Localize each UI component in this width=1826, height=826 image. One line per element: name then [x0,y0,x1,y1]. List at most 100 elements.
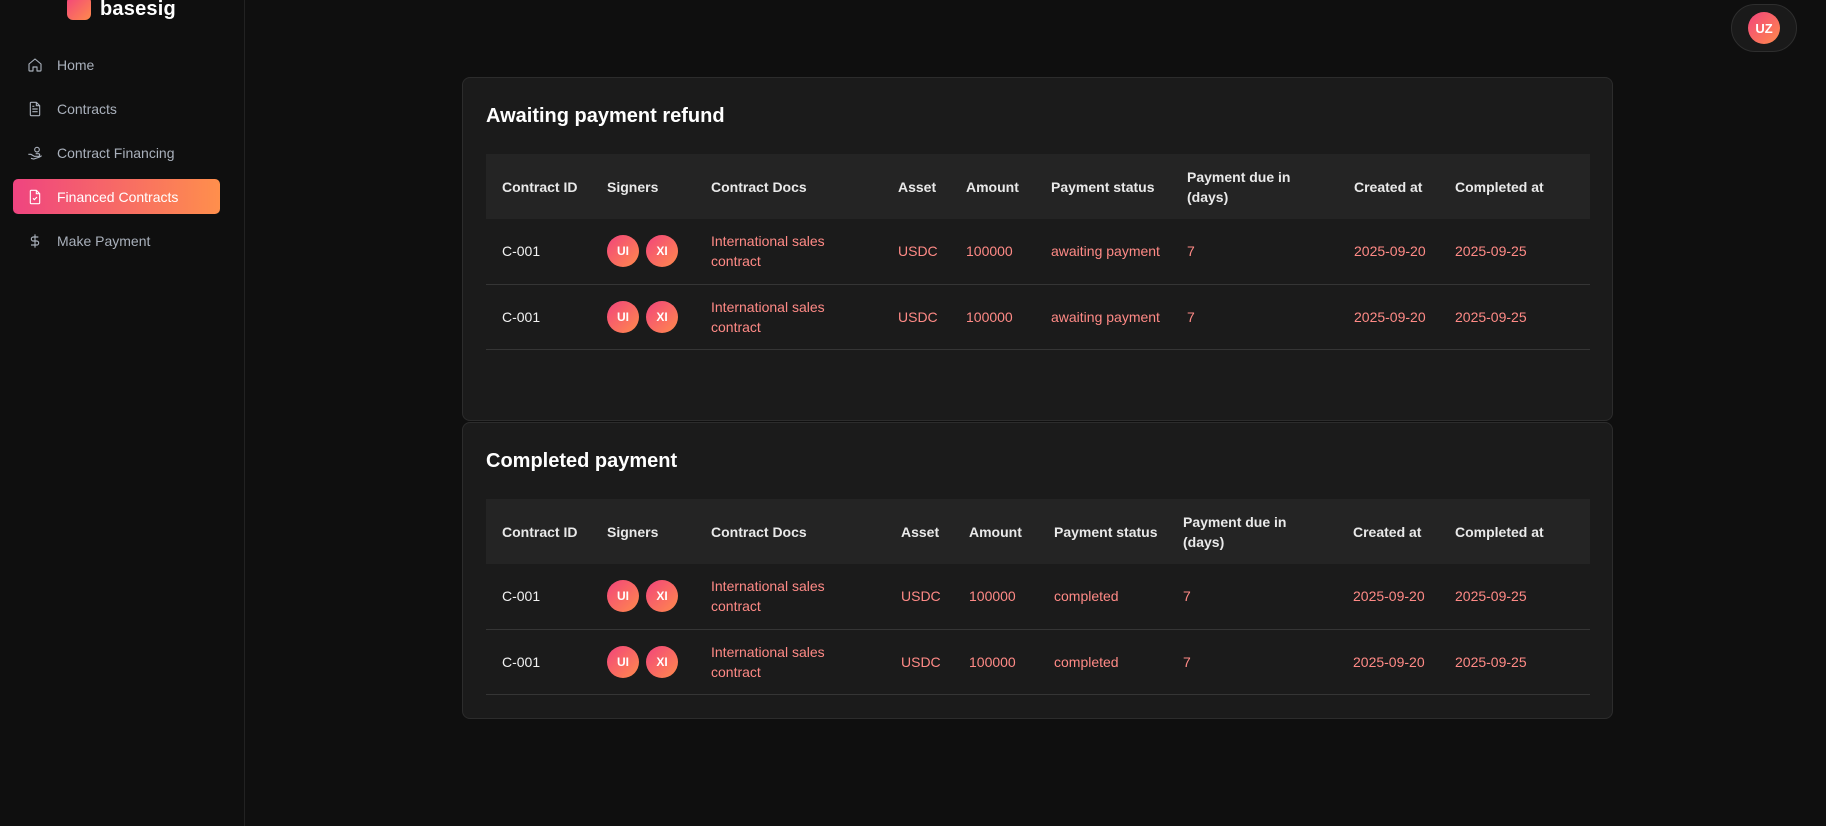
column-header: Signers [607,178,659,195]
signers-cell: UI XI [591,629,695,694]
completed-at: 2025-09-25 [1455,308,1527,325]
brand[interactable]: basesig [67,0,176,24]
created-at: 2025-09-20 [1354,308,1426,325]
signer-avatar[interactable]: UI [607,645,639,678]
signers-cell: UI XI [591,284,695,349]
table-header-row: Contract ID Signers Contract Docs Asset … [486,499,1590,564]
column-header: Created at [1354,178,1423,195]
payment-status: awaiting payment [1051,308,1160,325]
column-header: Asset [901,523,940,540]
sidebar-item-label: Financed Contracts [57,188,179,205]
contract-doc-cell: International sales contract [695,629,885,694]
column-header: Amount [969,523,1022,540]
column-header: Payment status [1054,523,1158,540]
payment-status: completed [1054,653,1119,670]
awaiting-payment-card: Awaiting payment refund Contract ID Sign… [462,77,1613,421]
sidebar-item-make-payment[interactable]: Make Payment [13,223,220,258]
user-menu-button[interactable]: UZ [1731,4,1797,52]
contract-id: C-001 [502,243,541,260]
contract-doc-link[interactable]: International sales contract [711,299,825,335]
contract-id: C-001 [502,308,541,325]
asset: USDC [901,588,941,605]
payment-due-days: 7 [1187,308,1195,325]
table-row[interactable]: C-001 UI XI International sales contract… [486,629,1590,694]
completed-at: 2025-09-25 [1455,653,1527,670]
column-header: Contract ID [502,178,578,195]
brand-name: basesig [100,0,176,20]
contract-doc-cell: International sales contract [695,219,882,284]
column-header: Completed at [1455,523,1544,540]
home-icon [27,57,43,73]
completed-at: 2025-09-25 [1455,243,1527,260]
table-row[interactable]: C-001 UI XI International sales contract… [486,219,1590,284]
signer-avatar[interactable]: XI [646,580,678,613]
column-header: Created at [1353,523,1422,540]
section-title: Awaiting payment refund [486,105,725,127]
created-at: 2025-09-20 [1353,653,1425,670]
brand-logo-icon [67,0,91,20]
contract-id: C-001 [502,588,541,605]
signer-avatar[interactable]: XI [646,645,678,678]
sidebar: basesig Home Contracts Contract Financin… [0,0,245,826]
signer-avatar[interactable]: XI [646,300,678,333]
table-header-row: Contract ID Signers Contract Docs Asset … [486,154,1590,219]
payment-status: awaiting payment [1051,243,1160,260]
sidebar-nav: Home Contracts Contract Financing Financ… [13,47,220,267]
section-title: Completed payment [486,450,678,472]
awaiting-payment-table: Contract ID Signers Contract Docs Asset … [486,154,1590,350]
sidebar-item-label: Contract Financing [57,144,175,161]
avatar: UZ [1748,12,1780,44]
sidebar-item-label: Contracts [57,100,117,117]
sidebar-item-label: Home [57,56,95,73]
completed-at: 2025-09-25 [1455,588,1527,605]
sidebar-item-financed-contracts[interactable]: Financed Contracts [13,179,220,214]
contract-doc-cell: International sales contract [695,284,882,349]
completed-payment-card: Completed payment Contract ID Signers Co… [462,422,1613,719]
signer-avatar[interactable]: UI [607,300,639,333]
document-check-icon [27,189,43,205]
asset: USDC [898,308,938,325]
column-header: Amount [966,178,1019,195]
contract-doc-link[interactable]: International sales contract [711,233,825,269]
column-header: Contract Docs [711,178,807,195]
document-icon [27,101,43,117]
amount: 100000 [969,588,1016,605]
signers-cell: UI XI [591,219,695,284]
sidebar-item-contracts[interactable]: Contracts [13,91,220,126]
asset: USDC [898,243,938,260]
table-row[interactable]: C-001 UI XI International sales contract… [486,564,1590,629]
contract-id: C-001 [502,653,541,670]
payment-due-days: 7 [1187,243,1195,260]
column-header: Contract Docs [711,523,807,540]
column-header: Contract ID [502,523,578,540]
amount: 100000 [966,308,1013,325]
sidebar-item-label: Make Payment [57,232,151,249]
column-header: Asset [898,178,937,195]
sidebar-item-contract-financing[interactable]: Contract Financing [13,135,220,170]
contract-doc-link[interactable]: International sales contract [711,644,825,680]
column-header: Signers [607,523,659,540]
created-at: 2025-09-20 [1353,588,1425,605]
table-row[interactable]: C-001 UI XI International sales contract… [486,284,1590,349]
signer-avatar[interactable]: UI [607,580,639,613]
column-header: Payment due in (days) [1187,168,1291,205]
column-header: Payment status [1051,178,1155,195]
column-header: Completed at [1455,178,1544,195]
signer-avatar[interactable]: XI [646,235,678,268]
hand-coin-icon [27,145,43,161]
contract-doc-cell: International sales contract [695,564,885,629]
signers-cell: UI XI [591,564,695,629]
payment-due-days: 7 [1183,653,1191,670]
signer-avatar[interactable]: UI [607,235,639,268]
payment-due-days: 7 [1183,588,1191,605]
contract-doc-link[interactable]: International sales contract [711,578,825,614]
dollar-icon [27,233,43,249]
amount: 100000 [966,243,1013,260]
completed-payment-table: Contract ID Signers Contract Docs Asset … [486,499,1590,695]
created-at: 2025-09-20 [1354,243,1426,260]
payment-status: completed [1054,588,1119,605]
amount: 100000 [969,653,1016,670]
column-header: Payment due in (days) [1183,513,1287,550]
sidebar-item-home[interactable]: Home [13,47,220,82]
asset: USDC [901,653,941,670]
